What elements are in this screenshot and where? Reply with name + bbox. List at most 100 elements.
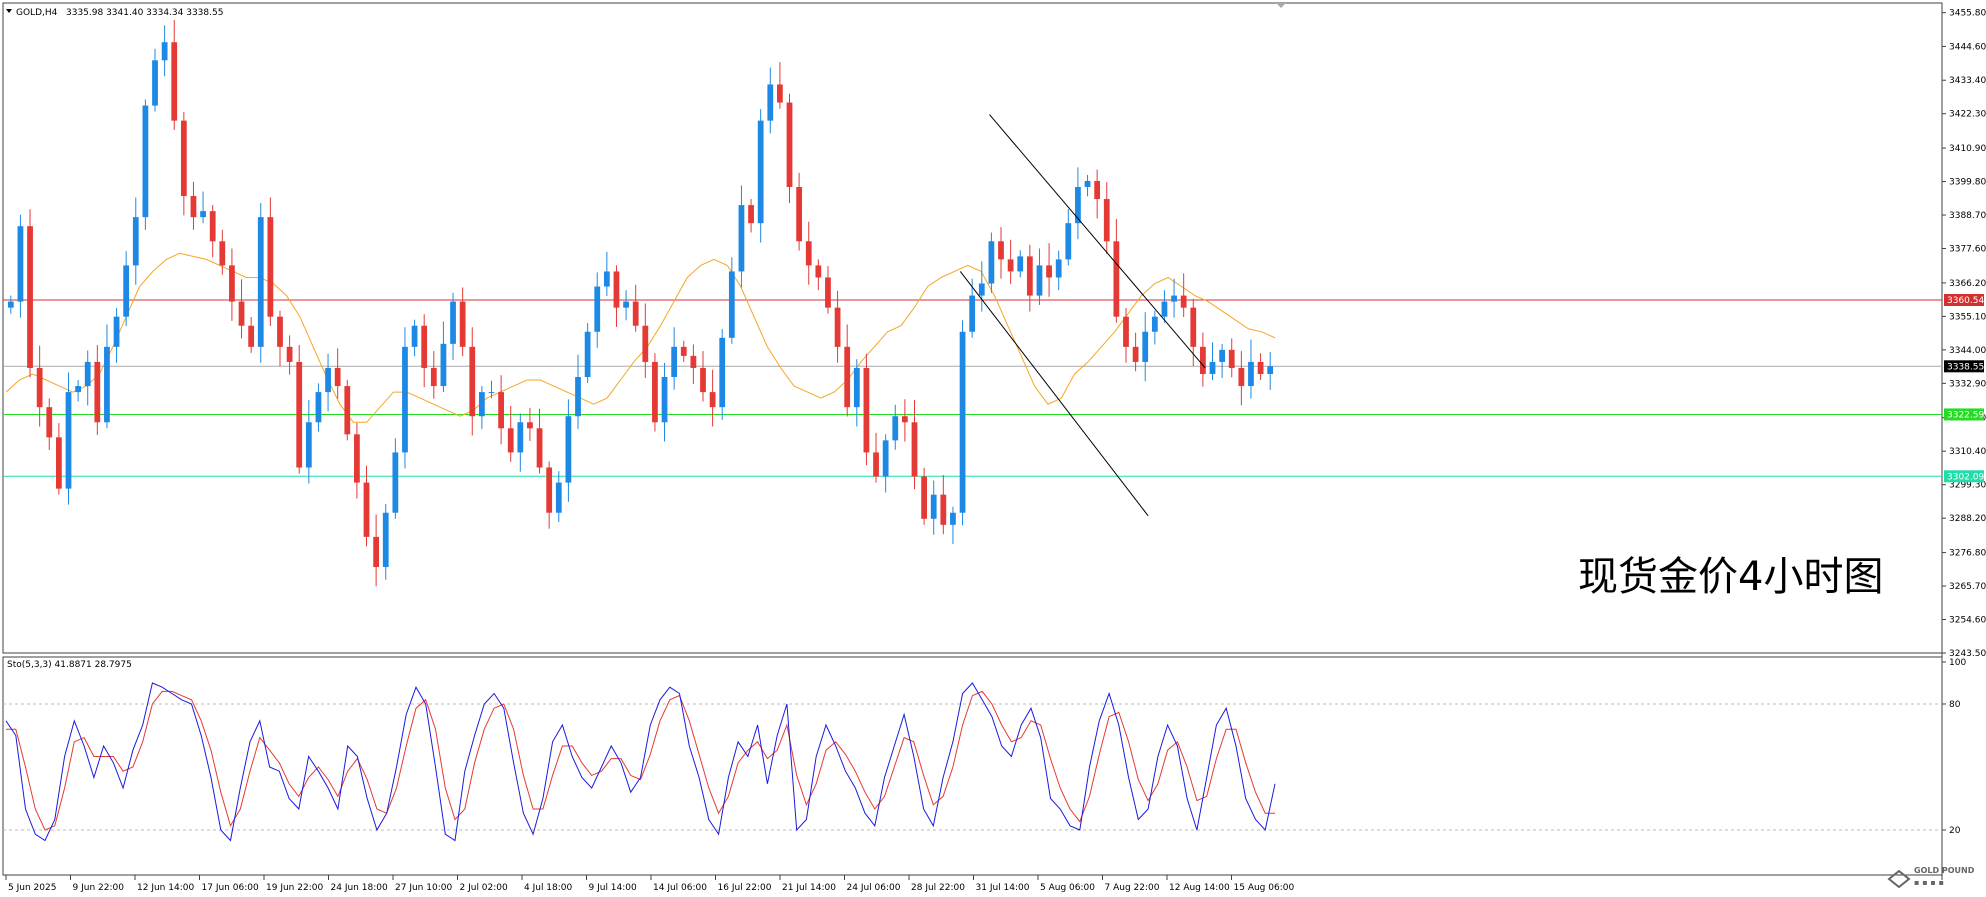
candle-body [104, 346, 110, 423]
candle-body [652, 361, 658, 423]
candle-body [498, 392, 504, 429]
candle-body [584, 331, 591, 378]
candle-body [815, 265, 822, 278]
candle [584, 323, 591, 384]
candle-body [1065, 223, 1072, 260]
candle-body [152, 60, 158, 106]
candle-body [286, 346, 293, 362]
time-tick-label: 4 Jul 18:00 [524, 883, 573, 893]
candle-body [844, 346, 851, 408]
candle-body [536, 428, 543, 468]
chart-caption: 现货金价4小时图 [1578, 554, 1883, 600]
candle-body [777, 84, 783, 103]
candle-body [603, 271, 610, 287]
candle-body [7, 301, 14, 308]
candle-body [863, 367, 870, 453]
candle-body [305, 422, 312, 468]
candle-body [392, 452, 399, 513]
candle-body [507, 428, 514, 453]
candle [142, 99, 149, 230]
stoch-tick-label: 80 [1949, 700, 1961, 710]
candle-body [277, 316, 283, 347]
candle [719, 329, 726, 420]
candle-body [171, 42, 178, 121]
symbol-header[interactable]: GOLD,H4 3335.98 3341.40 3334.34 3338.55 [6, 8, 223, 18]
candle-body [882, 440, 889, 477]
price-tick-label: 3410.90 [1949, 144, 1986, 154]
candle-body [132, 217, 139, 266]
time-tick-label: 9 Jul 14:00 [589, 883, 638, 893]
candle-body [527, 422, 533, 429]
time-tick-label: 21 Jul 14:00 [782, 883, 836, 893]
candle-body [1228, 349, 1235, 368]
price-tick-label: 3288.20 [1949, 514, 1986, 524]
candle-body [796, 186, 803, 242]
candle-body [594, 286, 601, 332]
candle-body [719, 337, 726, 408]
candle-body [1171, 295, 1177, 302]
candle-body [892, 416, 899, 441]
candle [27, 209, 33, 378]
candle-body [930, 494, 937, 519]
candle-body [421, 325, 428, 368]
candle-body [248, 325, 255, 347]
price-tick-label: 3254.60 [1949, 616, 1986, 626]
candle-body [834, 307, 841, 347]
candle-body [805, 241, 812, 266]
candle-body [1017, 256, 1024, 272]
chart: GOLD,H4 3335.98 3341.40 3334.34 3338.55 … [2, 2, 1986, 893]
time-tick-label: 31 Jul 14:00 [976, 883, 1030, 893]
candle-body [46, 407, 53, 438]
time-tick-label: 12 Jun 14:00 [137, 883, 194, 893]
candle-body [296, 361, 303, 468]
candle-body [1219, 349, 1226, 362]
candle-body [1046, 265, 1052, 278]
candle-body [1161, 301, 1168, 317]
ohlc-values: 3335.98 3341.40 3334.34 3338.55 [66, 8, 223, 18]
candle-body [1103, 199, 1110, 242]
price-tick-label: 3355.10 [1949, 312, 1986, 322]
candle-body [161, 42, 168, 61]
time-tick-label: 5 Jun 2025 [8, 883, 56, 893]
price-tick-label: 3332.90 [1949, 379, 1986, 389]
candle-body [325, 367, 331, 393]
candle-body [36, 367, 43, 408]
candle-body [344, 386, 351, 435]
candle-body [238, 301, 245, 326]
time-tick-label: 5 Aug 06:00 [1040, 883, 1095, 893]
candle-body [786, 102, 793, 187]
stoch-tick-label: 20 [1949, 826, 1961, 836]
price-tick-label: 3388.70 [1949, 211, 1986, 221]
candle [402, 327, 408, 469]
candle-body [700, 367, 706, 393]
brand-text: GOLD POUND [1914, 866, 1975, 875]
time-tick-label: 19 Jun 22:00 [266, 883, 323, 893]
candle-body [17, 226, 24, 302]
candle-body [402, 346, 408, 453]
candle-body [738, 205, 745, 272]
candle-body [1257, 361, 1264, 374]
candle-body [459, 301, 466, 347]
candle-body [229, 265, 235, 302]
stochastic-pane-frame [2, 656, 1943, 876]
candle-body [959, 331, 966, 513]
candle-body [373, 536, 380, 568]
candle-body [315, 392, 322, 423]
candle-body [440, 343, 447, 387]
candle-body [27, 226, 33, 368]
candle-body [825, 277, 831, 308]
candle-body [84, 361, 91, 387]
candle-body [950, 512, 956, 525]
candle-body [1007, 259, 1014, 272]
candle [863, 353, 870, 466]
candle-body [1142, 331, 1149, 362]
candle-body [767, 84, 774, 121]
candle-body [940, 494, 947, 525]
candle-body [901, 416, 908, 423]
candle-body [142, 105, 149, 218]
candle-body [757, 120, 764, 224]
stoch-tick-label: 100 [1949, 658, 1966, 668]
candle-body [642, 325, 649, 362]
time-tick-label: 27 Jun 10:00 [395, 883, 452, 893]
candle-body [517, 422, 524, 453]
